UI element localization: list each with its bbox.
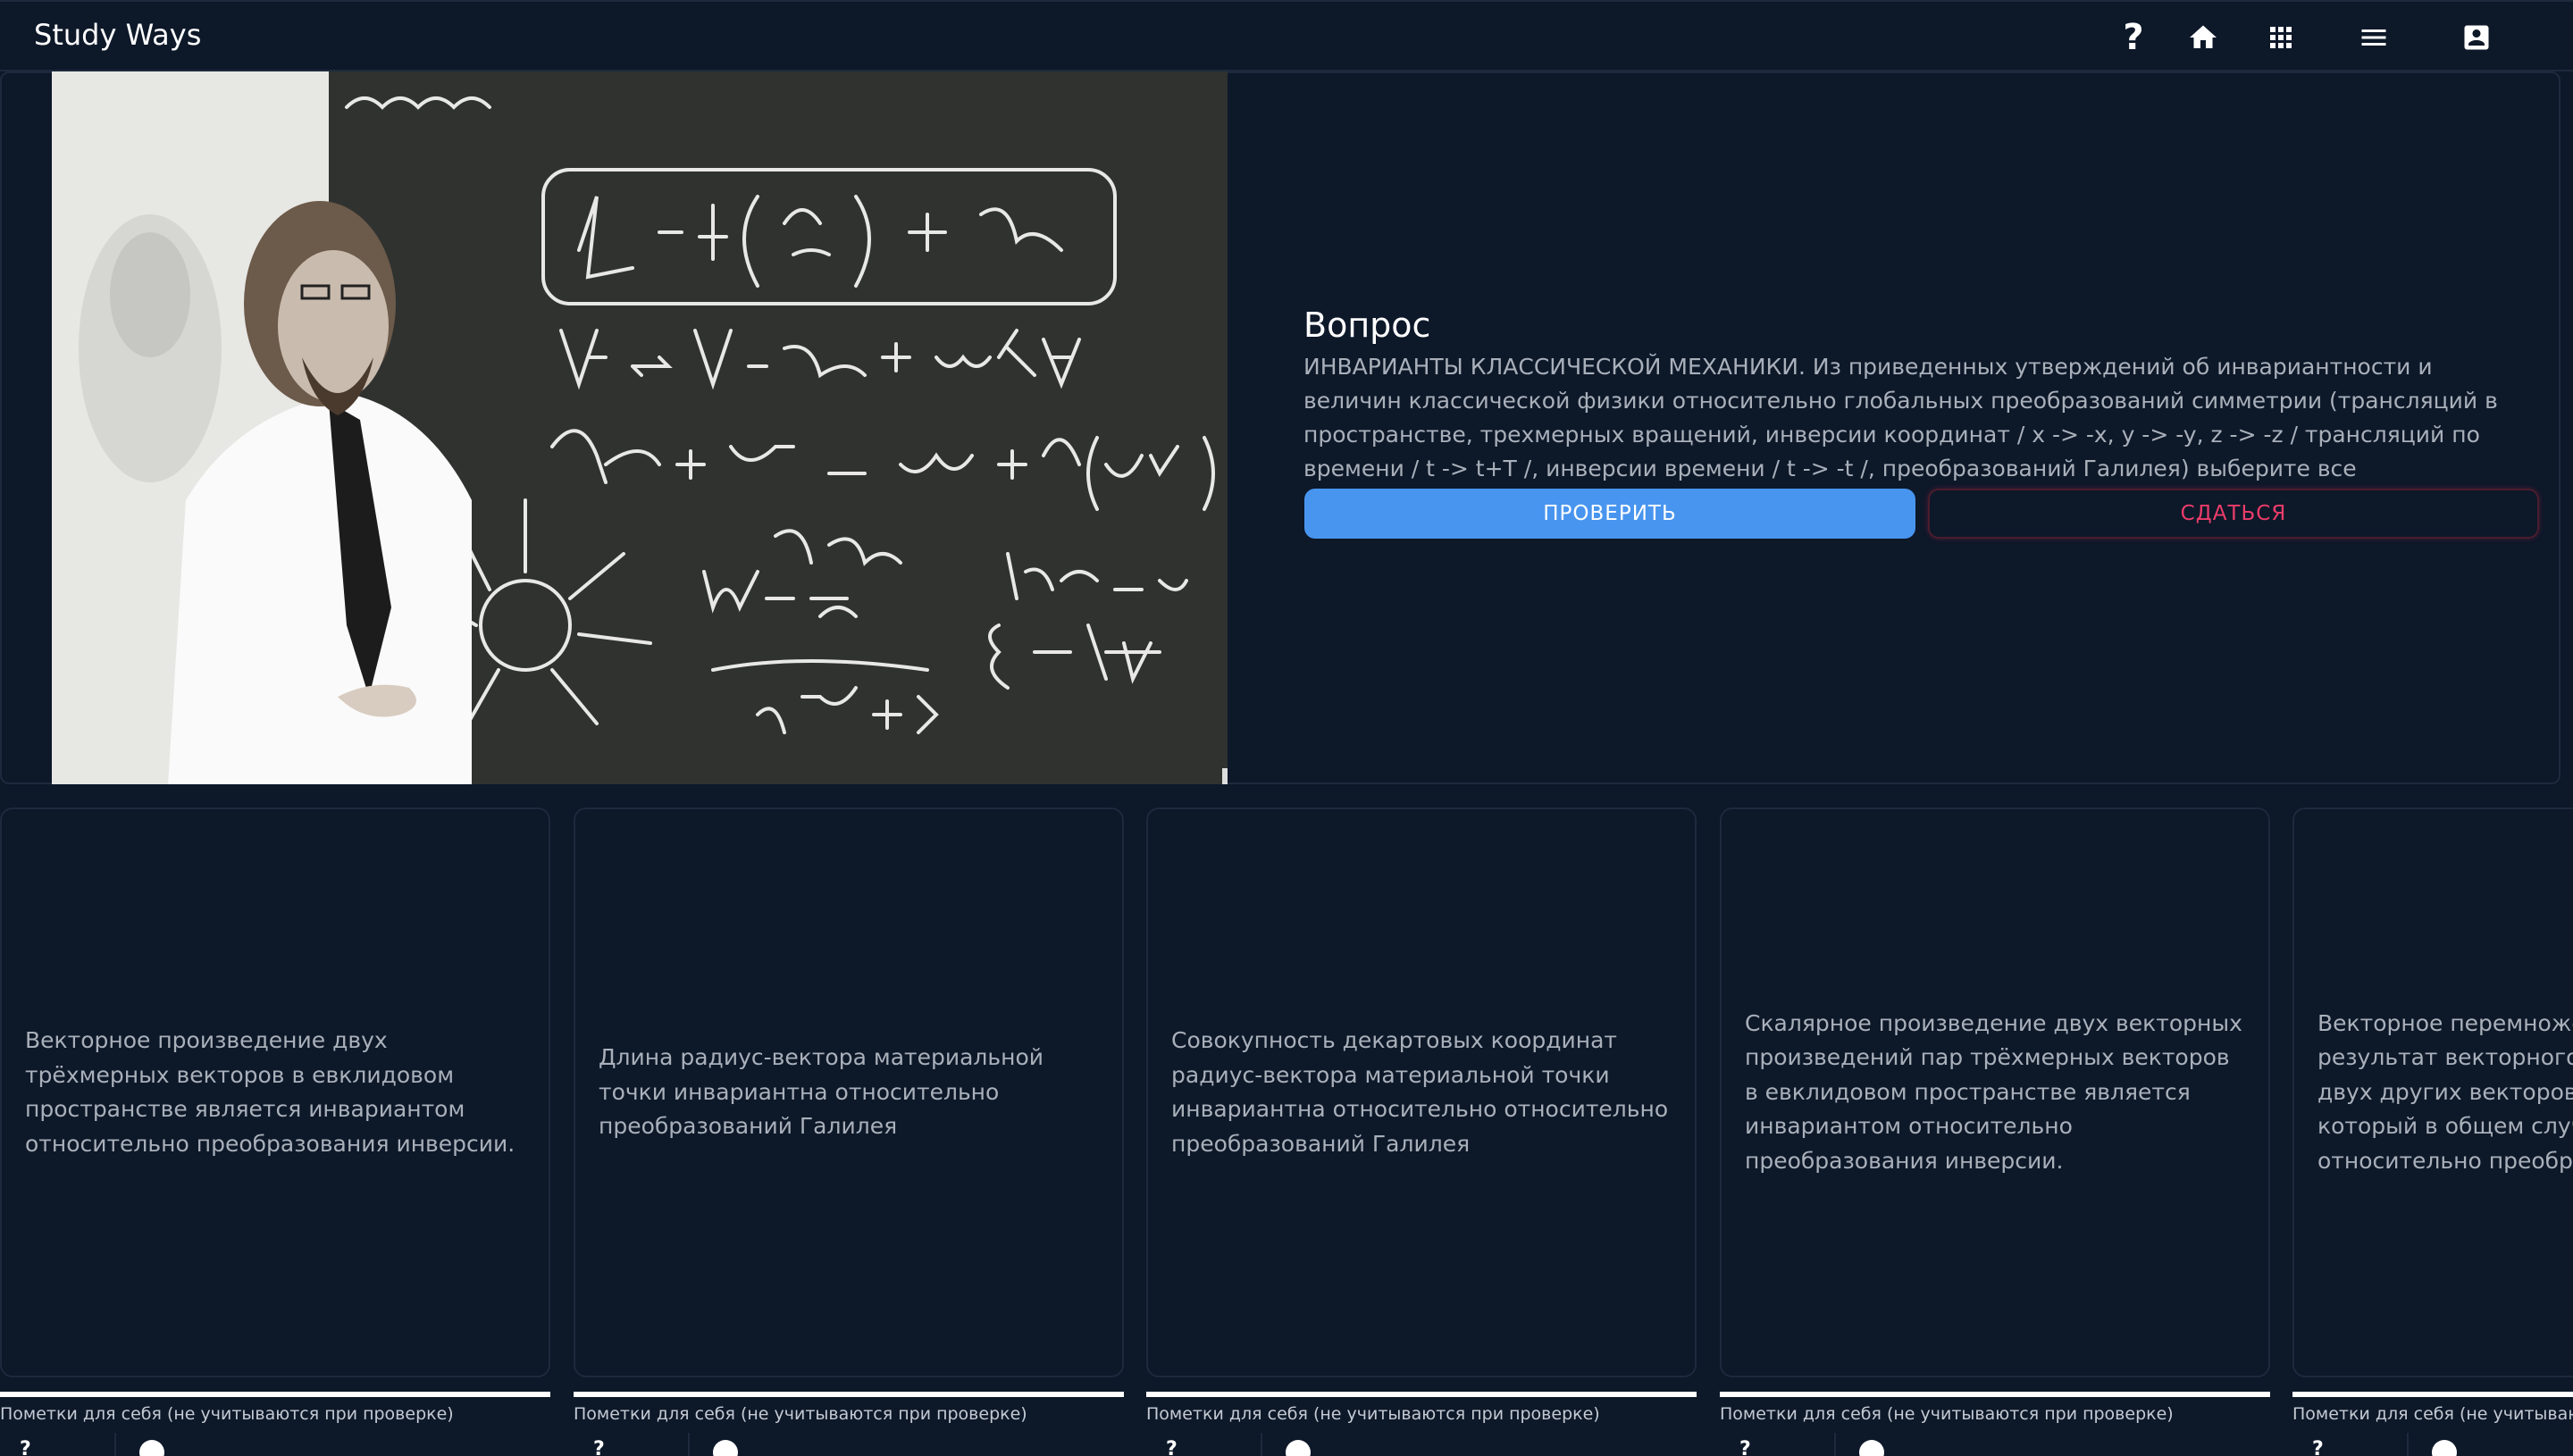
notes-label: Пометки для себя (не учитываются при про… (574, 1404, 1027, 1424)
check-button[interactable]: ПРОВЕРИТЬ (1304, 489, 1915, 539)
answer-card[interactable]: Совокупность декартовых координат радиус… (1146, 807, 1697, 1377)
answer-card-divider (1146, 1392, 1697, 1397)
notes-help-icon[interactable]: ? (2312, 1438, 2324, 1456)
notes-label: Пометки для себя (не учитываются при про… (1720, 1404, 2174, 1424)
divider (1261, 1433, 1262, 1456)
help-icon[interactable]: ? (2114, 18, 2153, 57)
notes-help-icon[interactable]: ? (20, 1438, 31, 1456)
answer-card-text: Совокупность декартовых координат радиус… (1171, 1027, 1669, 1157)
divider (2407, 1433, 2409, 1456)
divider (114, 1433, 116, 1456)
answer-card-divider (1720, 1392, 2270, 1397)
answer-card-text: Скалярное произведение двух векторных пр… (1745, 1009, 2242, 1174)
notes-toolbar: ? (1720, 1433, 2270, 1456)
notes-toolbar: ? (574, 1433, 1124, 1456)
help-label: ? (2123, 17, 2144, 58)
notes-help-icon[interactable]: ? (1739, 1438, 1751, 1456)
give-up-button[interactable]: СДАТЬСЯ (1928, 489, 2539, 539)
notes-label: Пометки для себя (не учитываются при про… (1146, 1404, 1600, 1424)
top-app-bar: Study Ways ? (0, 0, 2573, 71)
question-image (52, 71, 1228, 784)
answer-card-text: Векторное произведение двух трёхмерных в… (25, 1027, 515, 1157)
menu-icon[interactable] (2354, 18, 2393, 57)
app-title[interactable]: Study Ways (34, 18, 201, 52)
divider (688, 1433, 690, 1456)
notes-toolbar: ? (1146, 1433, 1697, 1456)
info-icon[interactable] (713, 1440, 738, 1456)
question-heading: Вопрос (1303, 305, 1431, 345)
answer-card[interactable]: Векторное произведение двух трёхмерных в… (0, 807, 550, 1377)
answer-card-divider (0, 1392, 550, 1397)
notes-toolbar: ? (0, 1433, 550, 1456)
divider (1834, 1433, 1836, 1456)
answer-card[interactable]: Векторное перемножение вектора на резуль… (2292, 807, 2573, 1377)
info-icon[interactable] (2432, 1440, 2457, 1456)
notes-label: Пометки для себя (не учитываются при про… (0, 1404, 454, 1424)
notes-toolbar: ? (2292, 1433, 2573, 1456)
answer-card[interactable]: Скалярное произведение двух векторных пр… (1720, 807, 2270, 1377)
home-icon[interactable] (2183, 18, 2223, 57)
notes-help-icon[interactable]: ? (593, 1438, 605, 1456)
account-box-icon[interactable] (2457, 18, 2496, 57)
info-icon[interactable] (1859, 1440, 1884, 1456)
notes-label: Пометки для себя (не учитываются при про… (2292, 1404, 2573, 1424)
info-icon[interactable] (1286, 1440, 1311, 1456)
answer-card-text: Векторное перемножение вектора на резуль… (2317, 1009, 2573, 1174)
answer-card-text: Длина радиус-вектора материальной точки … (599, 1044, 1044, 1140)
answer-card-divider (574, 1392, 1124, 1397)
notes-help-icon[interactable]: ? (1166, 1438, 1178, 1456)
info-icon[interactable] (139, 1440, 164, 1456)
apps-grid-icon[interactable] (2261, 18, 2301, 57)
answer-card-divider (2292, 1392, 2573, 1397)
answer-card[interactable]: Длина радиус-вектора материальной точки … (574, 807, 1124, 1377)
answer-cards-row: Векторное произведение двух трёхмерных в… (0, 807, 2573, 1456)
